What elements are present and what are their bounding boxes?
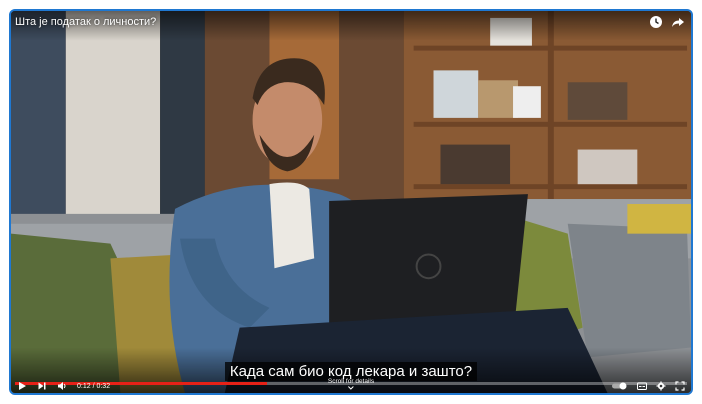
play-icon[interactable] (17, 381, 27, 391)
next-icon[interactable] (37, 381, 47, 391)
video-title[interactable]: Шта је податак о личности? (15, 16, 156, 28)
chevron-down-icon (348, 386, 354, 390)
top-actions (649, 15, 685, 29)
volume-icon[interactable] (57, 381, 67, 391)
video-player[interactable]: Шта је податак о личности? Када сам био … (9, 9, 693, 395)
clock-icon[interactable] (649, 15, 663, 29)
scroll-hint[interactable]: Scroll for details (328, 378, 374, 392)
scroll-hint-label: Scroll for details (327, 378, 375, 385)
captions-icon[interactable] (637, 381, 647, 391)
video-frame (11, 11, 691, 393)
share-icon[interactable] (671, 15, 685, 29)
gear-icon[interactable] (656, 381, 666, 391)
time-display: 0:12 / 0:32 (77, 382, 111, 390)
fullscreen-icon[interactable] (675, 381, 685, 391)
autoplay-toggle-icon[interactable] (612, 382, 628, 390)
